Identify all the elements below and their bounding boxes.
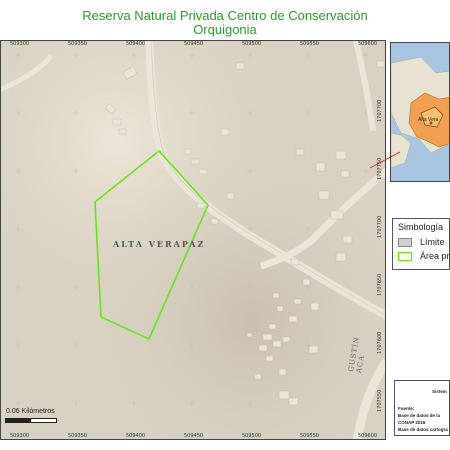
map-title-line2: Orquigonia [193, 22, 257, 37]
map-title-line1: Reserva Natural Privada Centro de Conser… [82, 8, 368, 23]
scale-label: 0.06 Kilómetros [6, 408, 55, 415]
y-tick-right-4: 1707650 [377, 273, 383, 296]
map-title: Reserva Natural Privada Centro de Conser… [0, 9, 450, 37]
y-tick-right-1: 1707700 [377, 99, 383, 122]
info-source-label: Fuente: [398, 406, 415, 411]
x-tick-bottom-5: 509500 [242, 433, 262, 439]
scale-bar [5, 418, 57, 423]
info-line1: Base de datos de la [398, 413, 441, 418]
x-tick-top-3: 509400 [126, 41, 146, 47]
x-tick-bottom-6: 509550 [300, 433, 320, 439]
legend-title: Simbología [398, 222, 444, 232]
y-tick-right-6: 1707550 [377, 389, 383, 412]
x-tick-top-4: 509450 [184, 41, 204, 47]
inset-label: Alta Vera [418, 117, 439, 123]
x-tick-top-5: 509500 [242, 41, 262, 47]
legend-swatch-limit [398, 238, 412, 247]
x-tick-top-7: 509600 [358, 41, 378, 47]
y-tick-right-3: 1707700 [377, 215, 383, 238]
x-tick-bottom-4: 509450 [184, 433, 204, 439]
legend-swatch-area [398, 252, 412, 261]
region-label: ALTA VERAPAZ [113, 239, 206, 249]
legend-item-limit: Límite [420, 237, 445, 247]
info-header: Sistem [432, 389, 447, 394]
main-map[interactable]: ALTA VERAPAZ GUSTÍN ACA [0, 40, 386, 440]
inset-leader-line [370, 151, 400, 169]
x-tick-top-1: 509300 [10, 41, 30, 47]
info-line3: Base de datos cartogra [398, 427, 448, 432]
y-tick-right-5: 1707600 [377, 331, 383, 354]
legend-item-area: Área pr [420, 251, 450, 261]
x-tick-top-2: 509350 [68, 41, 88, 47]
x-tick-bottom-7: 509600 [358, 433, 378, 439]
x-tick-bottom-3: 509400 [126, 433, 146, 439]
x-tick-top-6: 509550 [300, 41, 320, 47]
info-line2: CONAP 2016 [398, 420, 426, 425]
x-tick-bottom-1: 509300 [10, 433, 30, 439]
x-tick-bottom-2: 509350 [68, 433, 88, 439]
